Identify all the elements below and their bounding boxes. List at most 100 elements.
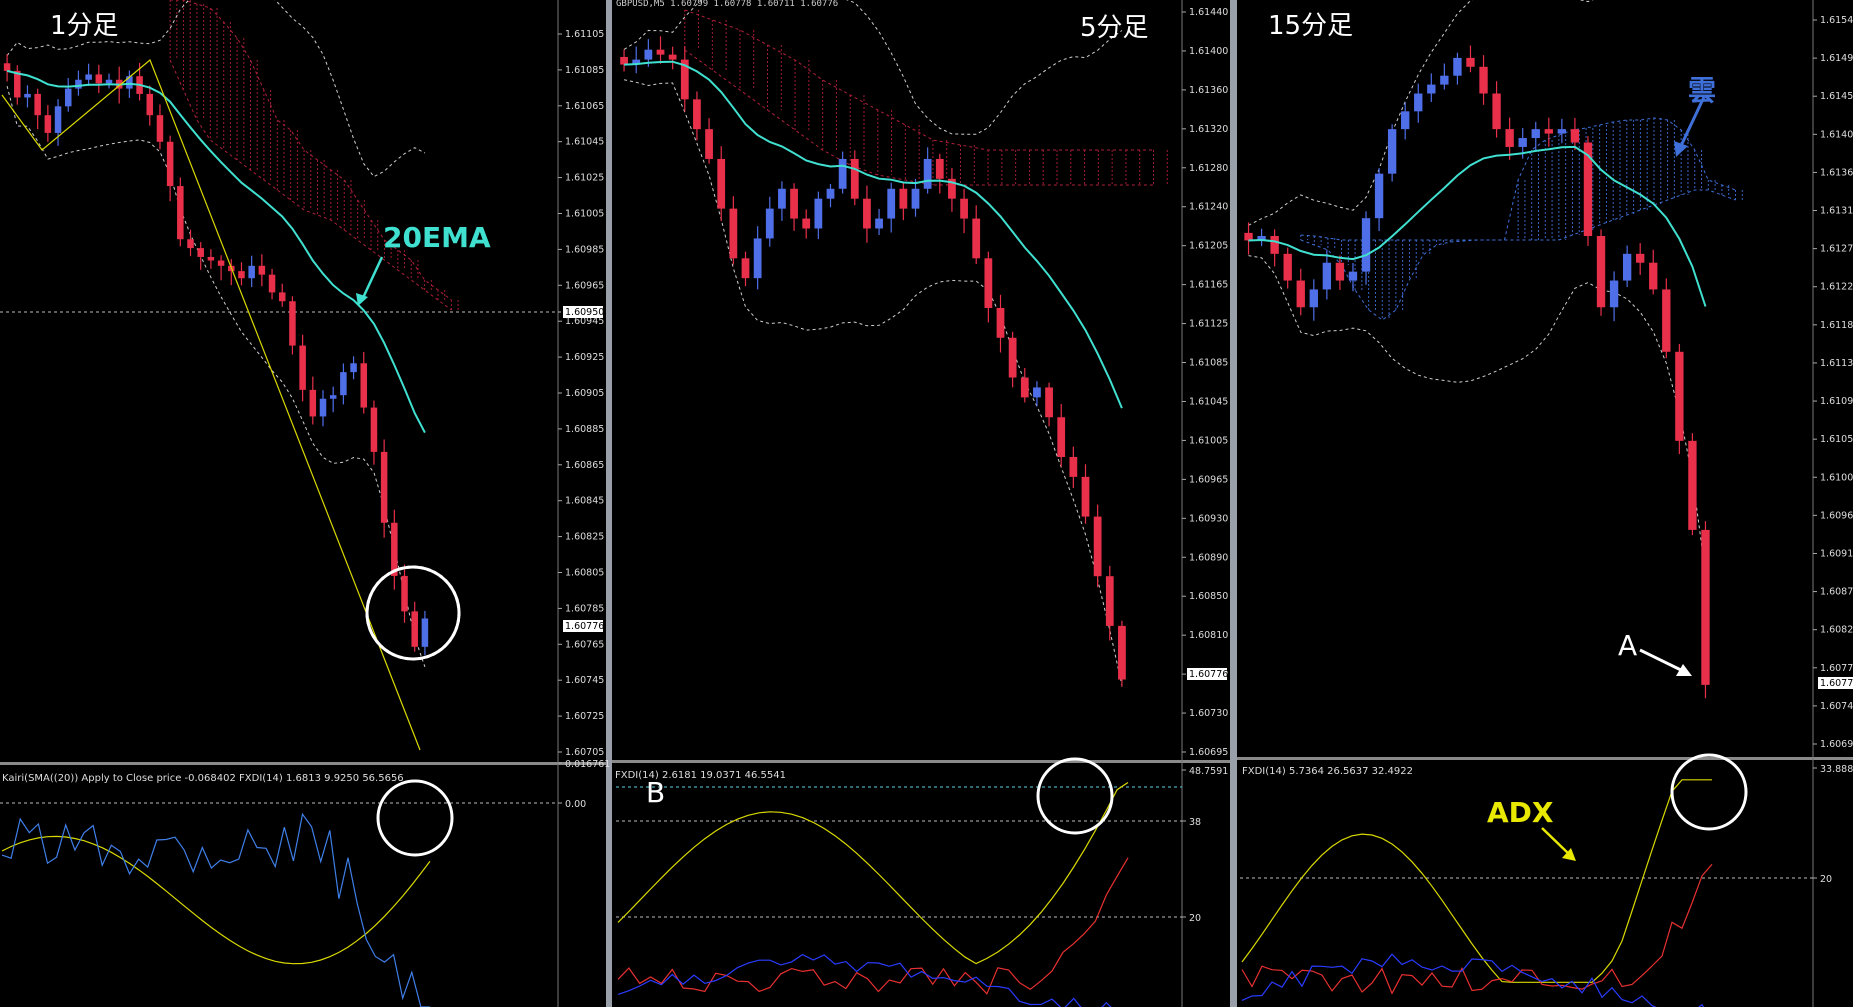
candle-body xyxy=(887,188,896,219)
price-tick-label: 1.61360 xyxy=(1820,167,1853,178)
candle-body xyxy=(1505,129,1514,147)
candle-body xyxy=(391,522,398,576)
candle-body xyxy=(329,395,337,399)
price-tick-label: 1.60965 xyxy=(565,280,604,291)
price-tick-label: 1.61045 xyxy=(1189,396,1228,407)
candle-body xyxy=(1335,262,1345,281)
candle-body xyxy=(1296,280,1305,308)
candle-body xyxy=(187,239,194,249)
candle-body xyxy=(1008,337,1017,378)
candle-body xyxy=(1427,84,1436,94)
panel-title: 5分足 xyxy=(1080,13,1149,43)
subwindow-border[interactable] xyxy=(1237,757,1853,760)
subwindow-border[interactable] xyxy=(612,760,1230,763)
candle-body xyxy=(1492,93,1501,130)
candle-body xyxy=(24,93,31,98)
candle-body xyxy=(1105,576,1114,626)
candle-body xyxy=(1348,271,1358,281)
price-tick-label: 1.61405 xyxy=(1820,129,1853,140)
candle-body xyxy=(319,398,327,417)
candle-body xyxy=(1688,440,1697,530)
candle-body xyxy=(1118,625,1126,680)
price-tick-label: 1.61005 xyxy=(1820,472,1853,483)
candle-body xyxy=(668,54,677,60)
candle-body xyxy=(1531,129,1540,139)
price-tick-label: 1.61315 xyxy=(1820,206,1853,217)
candle-body xyxy=(1020,377,1029,398)
price-tick-label: 1.61270 xyxy=(1820,244,1853,255)
candle-body xyxy=(1045,387,1053,418)
price-tick-label: 1.60776 xyxy=(1820,663,1853,674)
candle-body xyxy=(1322,262,1332,290)
price-mark-label: 1.60776 xyxy=(1189,669,1228,680)
price-tick-label: 1.61095 xyxy=(1820,396,1853,407)
candle-body xyxy=(421,618,429,647)
price-tick-label: 1.61440 xyxy=(1189,7,1228,18)
candle-body xyxy=(146,93,154,116)
candle-body xyxy=(278,292,286,302)
price-tick-label: 1.61205 xyxy=(1189,241,1228,252)
candle-body xyxy=(1414,93,1423,112)
price-tick-label: 1.60850 xyxy=(1189,591,1228,602)
candle-body xyxy=(95,74,103,84)
candle-body xyxy=(644,49,653,60)
candle-body xyxy=(340,372,347,396)
price-tick-label: 1.61065 xyxy=(565,101,604,112)
candle-body xyxy=(729,208,738,259)
candle-body xyxy=(753,238,762,279)
price-tick-label: 1.60745 xyxy=(565,675,604,686)
candle-body xyxy=(1557,129,1567,134)
candle-body xyxy=(197,248,204,257)
panel-separator[interactable] xyxy=(606,0,612,1007)
annotation-20ema: 20EMA xyxy=(383,221,491,254)
candle-body xyxy=(166,141,174,187)
indicator-label: FXDI(14) 5.7364 26.5637 32.4922 xyxy=(1242,766,1413,777)
price-tick-label: 1.61045 xyxy=(565,137,604,148)
candle-body xyxy=(693,99,701,130)
candle-body xyxy=(1270,236,1279,254)
candle-body xyxy=(984,258,993,308)
candle-body xyxy=(248,265,255,279)
panel-separator[interactable] xyxy=(1230,0,1237,1007)
candle-body xyxy=(923,158,932,189)
candle-body xyxy=(765,208,774,239)
candle-body xyxy=(289,301,296,346)
price-tick-label: 1.60960 xyxy=(1820,510,1853,521)
price-tick-label: 1.60890 xyxy=(1189,552,1228,563)
price-tick-label: 1.61540 xyxy=(1820,15,1853,26)
price-mark-label: 1.60776 xyxy=(565,621,604,632)
candle-body xyxy=(1479,66,1488,94)
candle-body xyxy=(207,256,215,261)
indicator-label: Kairi(SMA((20)) Apply to Close price -0.… xyxy=(2,773,404,784)
price-tick-label: 1.61050 xyxy=(1820,434,1853,445)
price-tick-label: 1.61025 xyxy=(565,173,604,184)
candle-body xyxy=(899,188,908,209)
candle-body xyxy=(1081,476,1090,517)
price-tick-label: 1.60985 xyxy=(565,244,604,255)
candle-body xyxy=(741,258,750,279)
candle-body xyxy=(1361,218,1371,272)
annotation-a: A xyxy=(1618,629,1637,662)
candle-body xyxy=(935,158,944,179)
candle-body xyxy=(299,345,306,390)
candle-body xyxy=(1466,57,1475,67)
candle-body xyxy=(177,186,184,240)
candle-body xyxy=(1374,173,1384,219)
price-tick-label: 1.60825 xyxy=(565,532,604,543)
candle-body xyxy=(309,389,317,417)
price-mark-label: 1.60776 xyxy=(1820,678,1853,689)
candle-body xyxy=(826,188,835,199)
candle-body xyxy=(126,76,133,89)
candle-body xyxy=(802,218,811,229)
candle-body xyxy=(75,79,82,89)
panel-title: 15分足 xyxy=(1268,11,1353,41)
candle-body xyxy=(996,307,1005,338)
subwindow-border[interactable] xyxy=(0,762,606,765)
candle-body xyxy=(960,198,968,219)
candle-body xyxy=(238,271,245,279)
price-tick-label: 1.61495 xyxy=(1820,53,1853,64)
indicator-tick-label: 0.00 xyxy=(565,799,586,810)
candle-body xyxy=(1544,129,1553,134)
indicator-tick-label: 20 xyxy=(1820,874,1832,885)
price-tick-label: 1.60870 xyxy=(1820,587,1853,598)
